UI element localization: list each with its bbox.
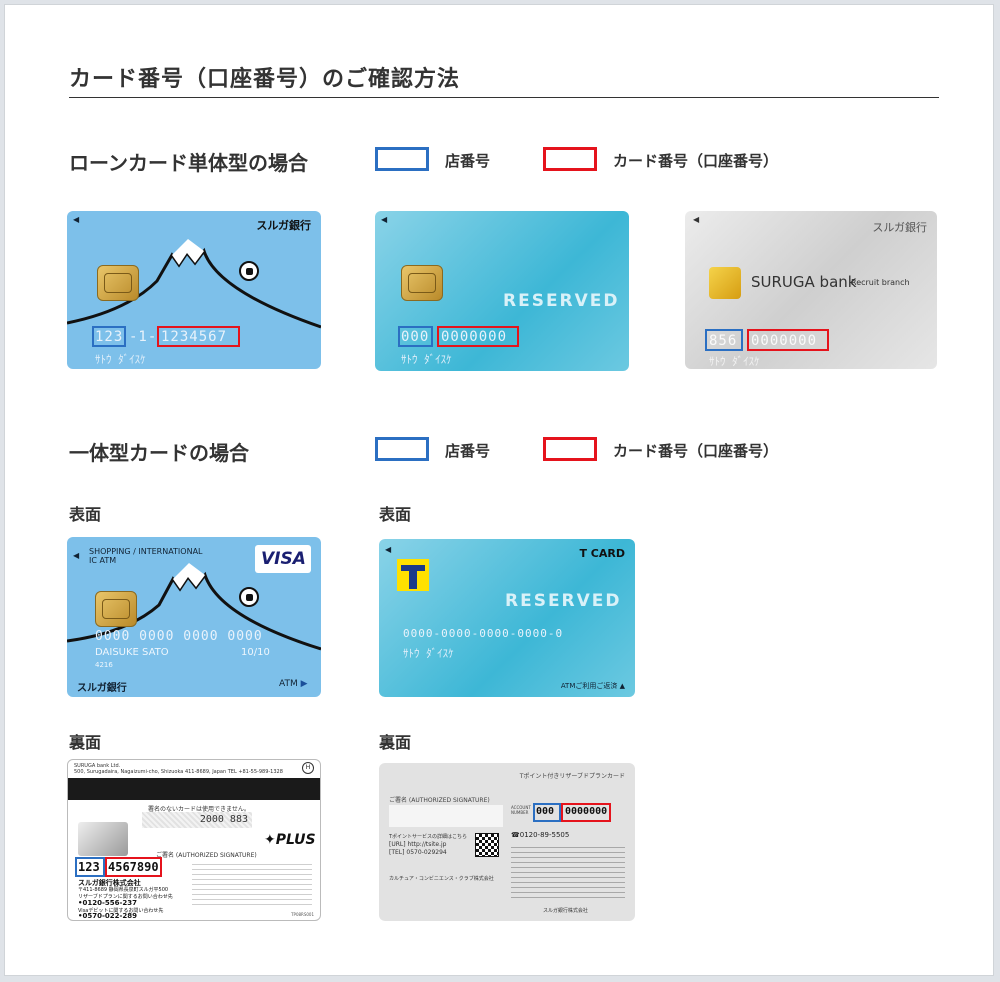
atm-arrow-icon: ▶ — [300, 679, 308, 689]
terms-text-block — [192, 860, 312, 908]
ic-chip — [401, 265, 443, 301]
card7-tel: [TEL] 0570-029294 — [389, 849, 447, 856]
card6-plus: PLUS — [275, 832, 316, 848]
legend-account-label: カード番号（口座番号） — [613, 442, 779, 460]
brand-name: SURUGA bank — [751, 273, 857, 291]
ic-chip — [97, 265, 139, 301]
card4-number: 0000 0000 0000 0000 — [95, 629, 263, 644]
account-highlight — [747, 329, 829, 351]
legend-branch-label: 店番号 — [445, 442, 491, 460]
hologram-mark-icon: H — [302, 762, 314, 774]
card4-atm-label: ATM — [279, 679, 298, 689]
soccer-ball-icon — [239, 261, 259, 281]
ic-chip — [95, 591, 137, 627]
visa-card-back: SURUGA bank Ltd. 500, Surugadaira, Nagai… — [67, 759, 321, 921]
card5-header: T CARD — [579, 547, 625, 560]
arrow-icon: ◀ — [693, 215, 700, 224]
card6-footer: TP08RS001 — [291, 912, 314, 917]
legend-branch-label: 店番号 — [445, 152, 491, 170]
plus-star-icon: ✦ — [264, 832, 276, 848]
legend-branch-swatch — [375, 437, 429, 461]
title-divider — [69, 97, 939, 98]
visa-card-front: ◀ SHOPPING / INTERNATIONAL IC ATM VISA 0… — [67, 537, 321, 697]
label-back-1: 裏面 — [69, 733, 102, 752]
plus-logo: ✦PLUS — [264, 832, 316, 848]
section2-heading: 一体型カードの場合 — [69, 441, 249, 465]
hologram-image — [78, 822, 128, 856]
card6-addr2: 500, Surugadaira, Nagaizumi-cho, Shizuok… — [74, 769, 283, 775]
page-title: カード番号（口座番号）のご確認方法 — [69, 67, 461, 92]
reserved-logo: RESERVED — [505, 591, 622, 611]
branch-highlight — [75, 857, 105, 877]
card6-tel2-number: 0570-022-289 — [82, 912, 138, 920]
section1-heading: ローンカード単体型の場合 — [69, 151, 308, 175]
legend-account-label: カード番号（口座番号） — [613, 152, 779, 170]
card5-footer: ATMご利用ご返済 ▲ — [561, 681, 625, 691]
card3-holder-name: ｻﾄｳ ﾀﾞｲｽｹ — [709, 355, 760, 368]
legend-branch-swatch — [375, 147, 429, 171]
card6-tel2: •0570-022-289 — [78, 912, 138, 920]
card5-footer-text: ATMご利用ご返済 — [560, 682, 618, 690]
account-highlight — [561, 803, 611, 822]
loan-card-front: ◀ スルガ銀行 123 -1- 1234567 ｻﾄｳ ﾀﾞｲｽｹ — [67, 211, 321, 369]
label-back-2: 裏面 — [379, 733, 412, 752]
branch-highlight — [398, 326, 433, 347]
card1-holder-name: ｻﾄｳ ﾀﾞｲｽｹ — [95, 353, 146, 366]
card7-header: Tポイント付きリザーブドプランカード — [519, 773, 625, 780]
card7-tpoint: Tポイントサービスの詳細はこちら — [389, 834, 468, 840]
card6-number-mark: 2000 883 — [199, 814, 248, 825]
card7-signature: ご署名 (AUTHORIZED SIGNATURE) — [389, 797, 490, 804]
account-highlight — [437, 326, 519, 347]
card4-atm: ATM ▶ — [279, 679, 308, 689]
label-front-1: 表面 — [69, 505, 102, 524]
branch-highlight — [92, 326, 126, 347]
magnetic-stripe — [68, 778, 320, 800]
card4-expiry: 10/10 — [241, 647, 270, 658]
brand-sub: Recruit branch — [851, 278, 910, 287]
card5-holder-name: ｻﾄｳ ﾀﾞｲｽｹ — [403, 647, 454, 660]
card4-holder: DAISUKE SATO — [95, 647, 169, 658]
mountain-mini-icon: ▲ — [619, 682, 625, 690]
gold-chip — [709, 267, 741, 299]
page-frame: カード番号（口座番号）のご確認方法 ローンカード単体型の場合 店番号 カード番号… — [4, 4, 994, 976]
card4-small: 4216 — [95, 661, 113, 669]
tcard-back: Tポイント付きリザーブドプランカード ご署名 (AUTHORIZED SIGNA… — [379, 763, 635, 921]
card4-bank: スルガ銀行 — [77, 683, 127, 694]
card7-company2: スルガ銀行株式会社 — [543, 908, 588, 914]
arrow-icon: ◀ — [381, 215, 388, 224]
signature-panel: 2000 883 — [142, 812, 252, 828]
legend-account-swatch — [543, 147, 597, 171]
branch-highlight — [705, 329, 743, 351]
branch-highlight — [533, 803, 561, 822]
account-highlight — [105, 857, 162, 877]
account-highlight — [157, 326, 240, 347]
signature-panel — [389, 805, 503, 827]
reserved-logo: RESERVED — [503, 291, 620, 311]
card7-loan-tel-number: 0120-89-5505 — [519, 831, 570, 839]
qr-code-icon — [475, 833, 499, 857]
card1-separator: -1- — [129, 329, 158, 345]
tcard-front: ◀ T CARD RESERVED 0000-0000-0000-0000-0 … — [379, 539, 635, 697]
recruit-card-front: ◀ スルガ銀行 SURUGA bank Recruit branch 856 0… — [685, 211, 937, 369]
card6-signature: ご署名 (AUTHORIZED SIGNATURE) — [156, 852, 257, 859]
card7-url: [URL] http://tsite.jp — [389, 841, 447, 848]
soccer-ball-icon — [239, 587, 259, 607]
card7-company1: カルチュア・コンビニエンス・クラブ株式会社 — [389, 876, 494, 882]
card7-account-label: ACCOUNT NUMBER — [511, 805, 531, 815]
label-front-2: 表面 — [379, 505, 412, 524]
card5-number: 0000-0000-0000-0000-0 — [403, 627, 564, 640]
card6-tel1-number: 0120-556-237 — [82, 899, 138, 907]
phone-icon: ☎ — [511, 831, 520, 839]
card6-tel1: •0120-556-237 — [78, 899, 138, 907]
card2-holder-name: ｻﾄｳ ﾀﾞｲｽｹ — [401, 353, 452, 366]
terms-text-block — [511, 843, 625, 899]
reserved-card-front: ◀ RESERVED 000 0000000 ｻﾄｳ ﾀﾞｲｽｹ — [375, 211, 629, 371]
arrow-icon: ◀ — [385, 545, 392, 554]
card7-loan-tel: ☎0120-89-5505 — [511, 831, 569, 839]
bank-name: スルガ銀行 — [872, 221, 927, 234]
card6-address: 〒411-8689 静岡県長泉町スルガ平500 — [78, 887, 169, 893]
legend-account-swatch — [543, 437, 597, 461]
t-logo-icon — [397, 559, 429, 591]
